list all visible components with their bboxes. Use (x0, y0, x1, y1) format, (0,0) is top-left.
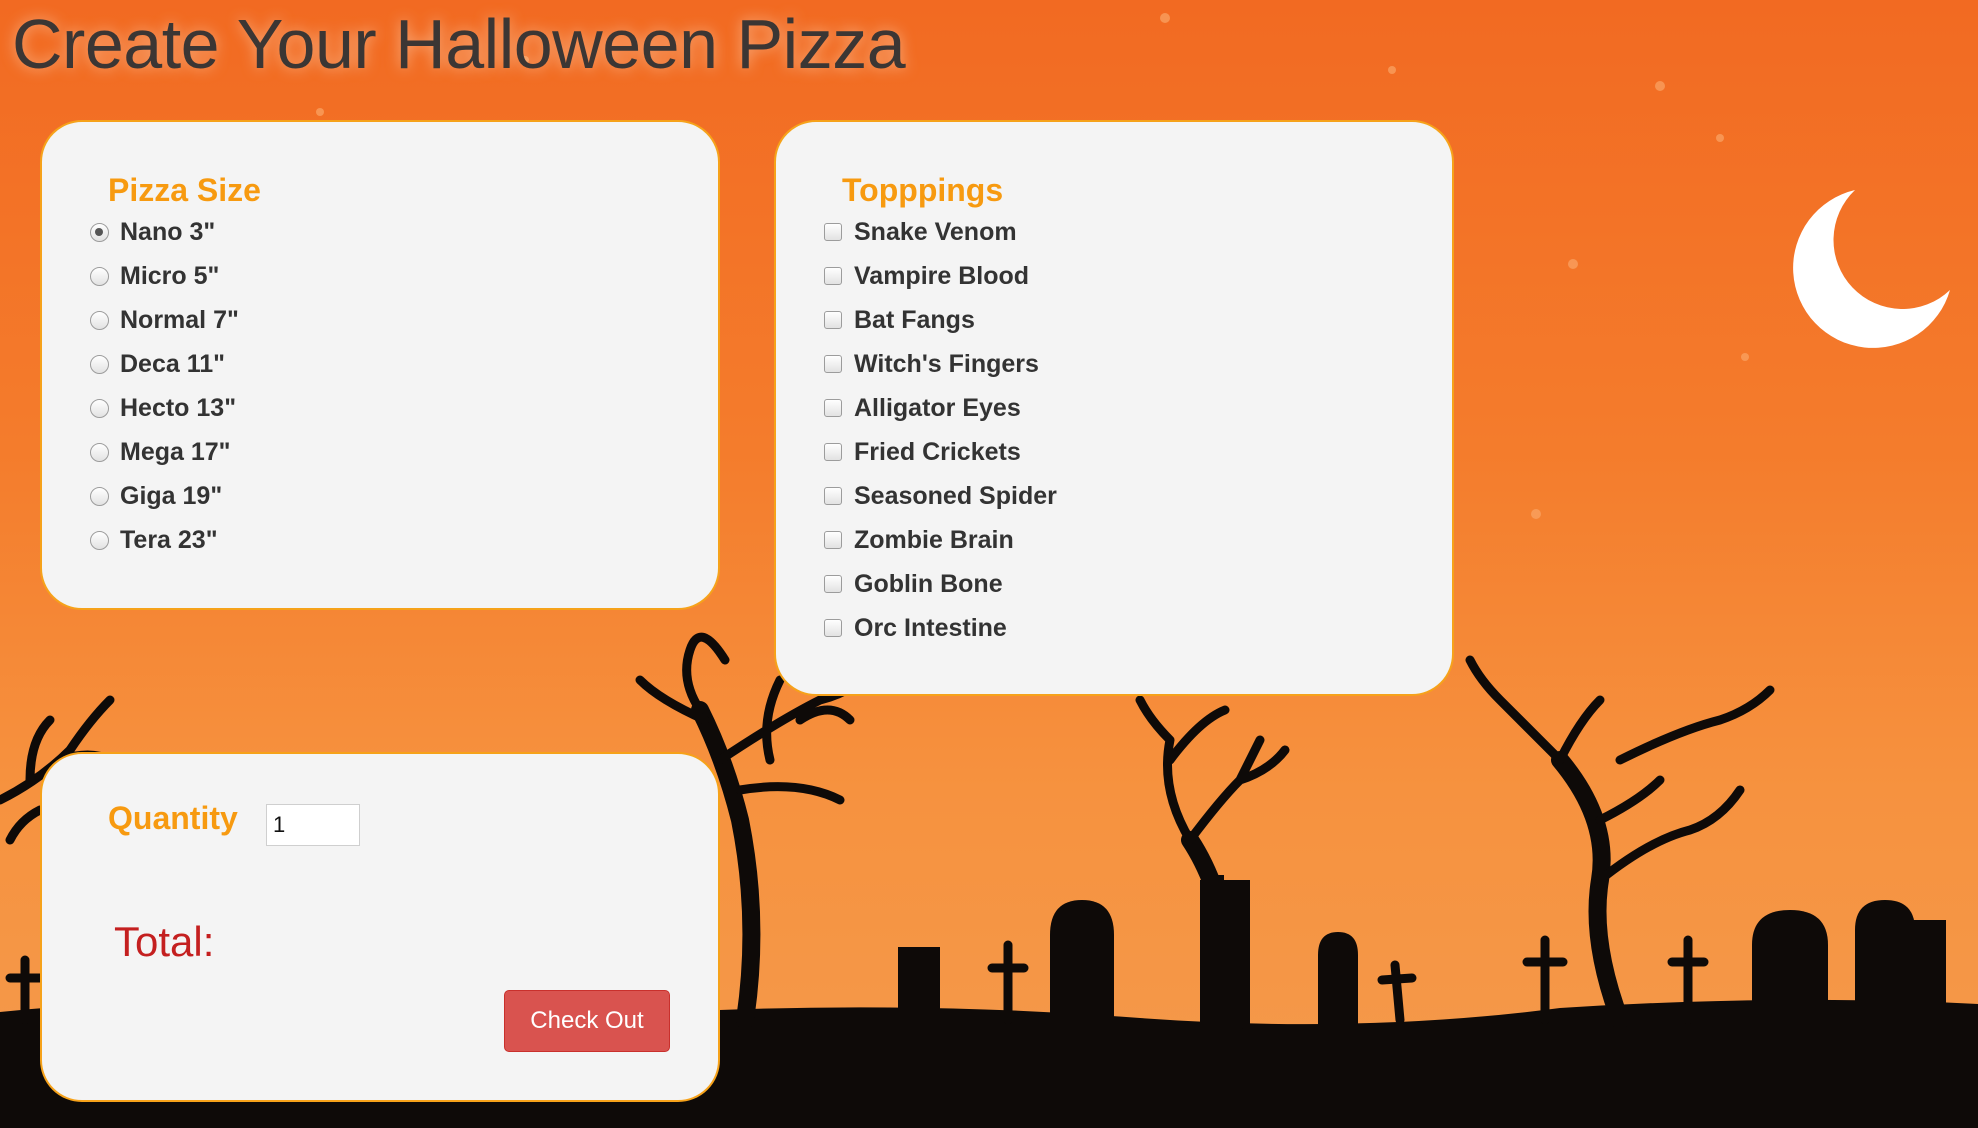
checkbox[interactable] (824, 355, 842, 373)
topping-option-label: Bat Fangs (854, 305, 975, 334)
checkbox[interactable] (824, 575, 842, 593)
topping-option-label: Goblin Bone (854, 569, 1003, 598)
topping-option[interactable]: Alligator Eyes (824, 386, 1057, 430)
checkbox[interactable] (824, 487, 842, 505)
size-option[interactable]: Mega 17" (90, 430, 239, 474)
radio-button[interactable] (90, 442, 109, 462)
checkbox[interactable] (824, 267, 842, 285)
pizza-size-list: Nano 3" Micro 5" Normal 7" Deca 11" Hect… (90, 210, 239, 562)
radio-button[interactable] (90, 530, 109, 550)
size-option[interactable]: Normal 7" (90, 298, 239, 342)
topping-option-label: Seasoned Spider (854, 481, 1057, 510)
topping-option-label: Zombie Brain (854, 525, 1014, 554)
page-title: Create Your Halloween Pizza (12, 5, 906, 83)
topping-option-label: Fried Crickets (854, 437, 1021, 466)
radio-button[interactable] (90, 222, 109, 242)
checkbox[interactable] (824, 223, 842, 241)
checkbox[interactable] (824, 311, 842, 329)
size-option-label: Mega 17" (120, 437, 231, 466)
size-option[interactable]: Giga 19" (90, 474, 239, 518)
topping-option-label: Alligator Eyes (854, 393, 1021, 422)
size-option[interactable]: Tera 23" (90, 518, 239, 562)
topping-option-label: Snake Venom (854, 217, 1017, 246)
topping-option[interactable]: Orc Intestine (824, 606, 1057, 650)
topping-option[interactable]: Witch's Fingers (824, 342, 1057, 386)
radio-button[interactable] (90, 310, 109, 330)
topping-option[interactable]: Snake Venom (824, 210, 1057, 254)
toppings-list: Snake Venom Vampire Blood Bat Fangs Witc… (824, 210, 1057, 650)
checkbox[interactable] (824, 443, 842, 461)
total-label: Total: (114, 918, 215, 965)
size-option-label: Hecto 13" (120, 393, 237, 422)
toppings-heading: Topppings (842, 172, 1004, 208)
radio-button[interactable] (90, 398, 109, 418)
topping-option[interactable]: Zombie Brain (824, 518, 1057, 562)
topping-option[interactable]: Goblin Bone (824, 562, 1057, 606)
checkbox[interactable] (824, 399, 842, 417)
size-option[interactable]: Micro 5" (90, 254, 239, 298)
quantity-label: Quantity (108, 800, 238, 836)
topping-option[interactable]: Vampire Blood (824, 254, 1057, 298)
size-option[interactable]: Nano 3" (90, 210, 239, 254)
quantity-input[interactable] (266, 804, 360, 846)
size-option-label: Tera 23" (120, 525, 218, 554)
topping-option-label: Vampire Blood (854, 261, 1030, 290)
size-option-label: Nano 3" (120, 217, 216, 246)
topping-option-label: Orc Intestine (854, 613, 1007, 642)
topping-option[interactable]: Bat Fangs (824, 298, 1057, 342)
size-option-label: Deca 11" (120, 349, 225, 378)
pizza-size-panel: Pizza Size Nano 3" Micro 5" Normal 7" De… (40, 120, 720, 610)
moon-icon (1793, 190, 1950, 348)
topping-option-label: Witch's Fingers (854, 349, 1039, 378)
checkbox[interactable] (824, 619, 842, 637)
topping-option[interactable]: Fried Crickets (824, 430, 1057, 474)
size-option[interactable]: Hecto 13" (90, 386, 239, 430)
pizza-size-heading: Pizza Size (108, 172, 261, 208)
checkbox[interactable] (824, 531, 842, 549)
radio-button[interactable] (90, 266, 109, 286)
toppings-panel: Topppings Snake Venom Vampire Blood Bat … (774, 120, 1454, 696)
order-panel: Quantity Total: Check Out (40, 752, 720, 1102)
size-option-label: Normal 7" (120, 305, 239, 334)
topping-option[interactable]: Seasoned Spider (824, 474, 1057, 518)
size-option-label: Micro 5" (120, 261, 220, 290)
size-option[interactable]: Deca 11" (90, 342, 239, 386)
checkout-button[interactable]: Check Out (504, 990, 670, 1052)
radio-button[interactable] (90, 486, 109, 506)
size-option-label: Giga 19" (120, 481, 223, 510)
radio-button[interactable] (90, 354, 109, 374)
